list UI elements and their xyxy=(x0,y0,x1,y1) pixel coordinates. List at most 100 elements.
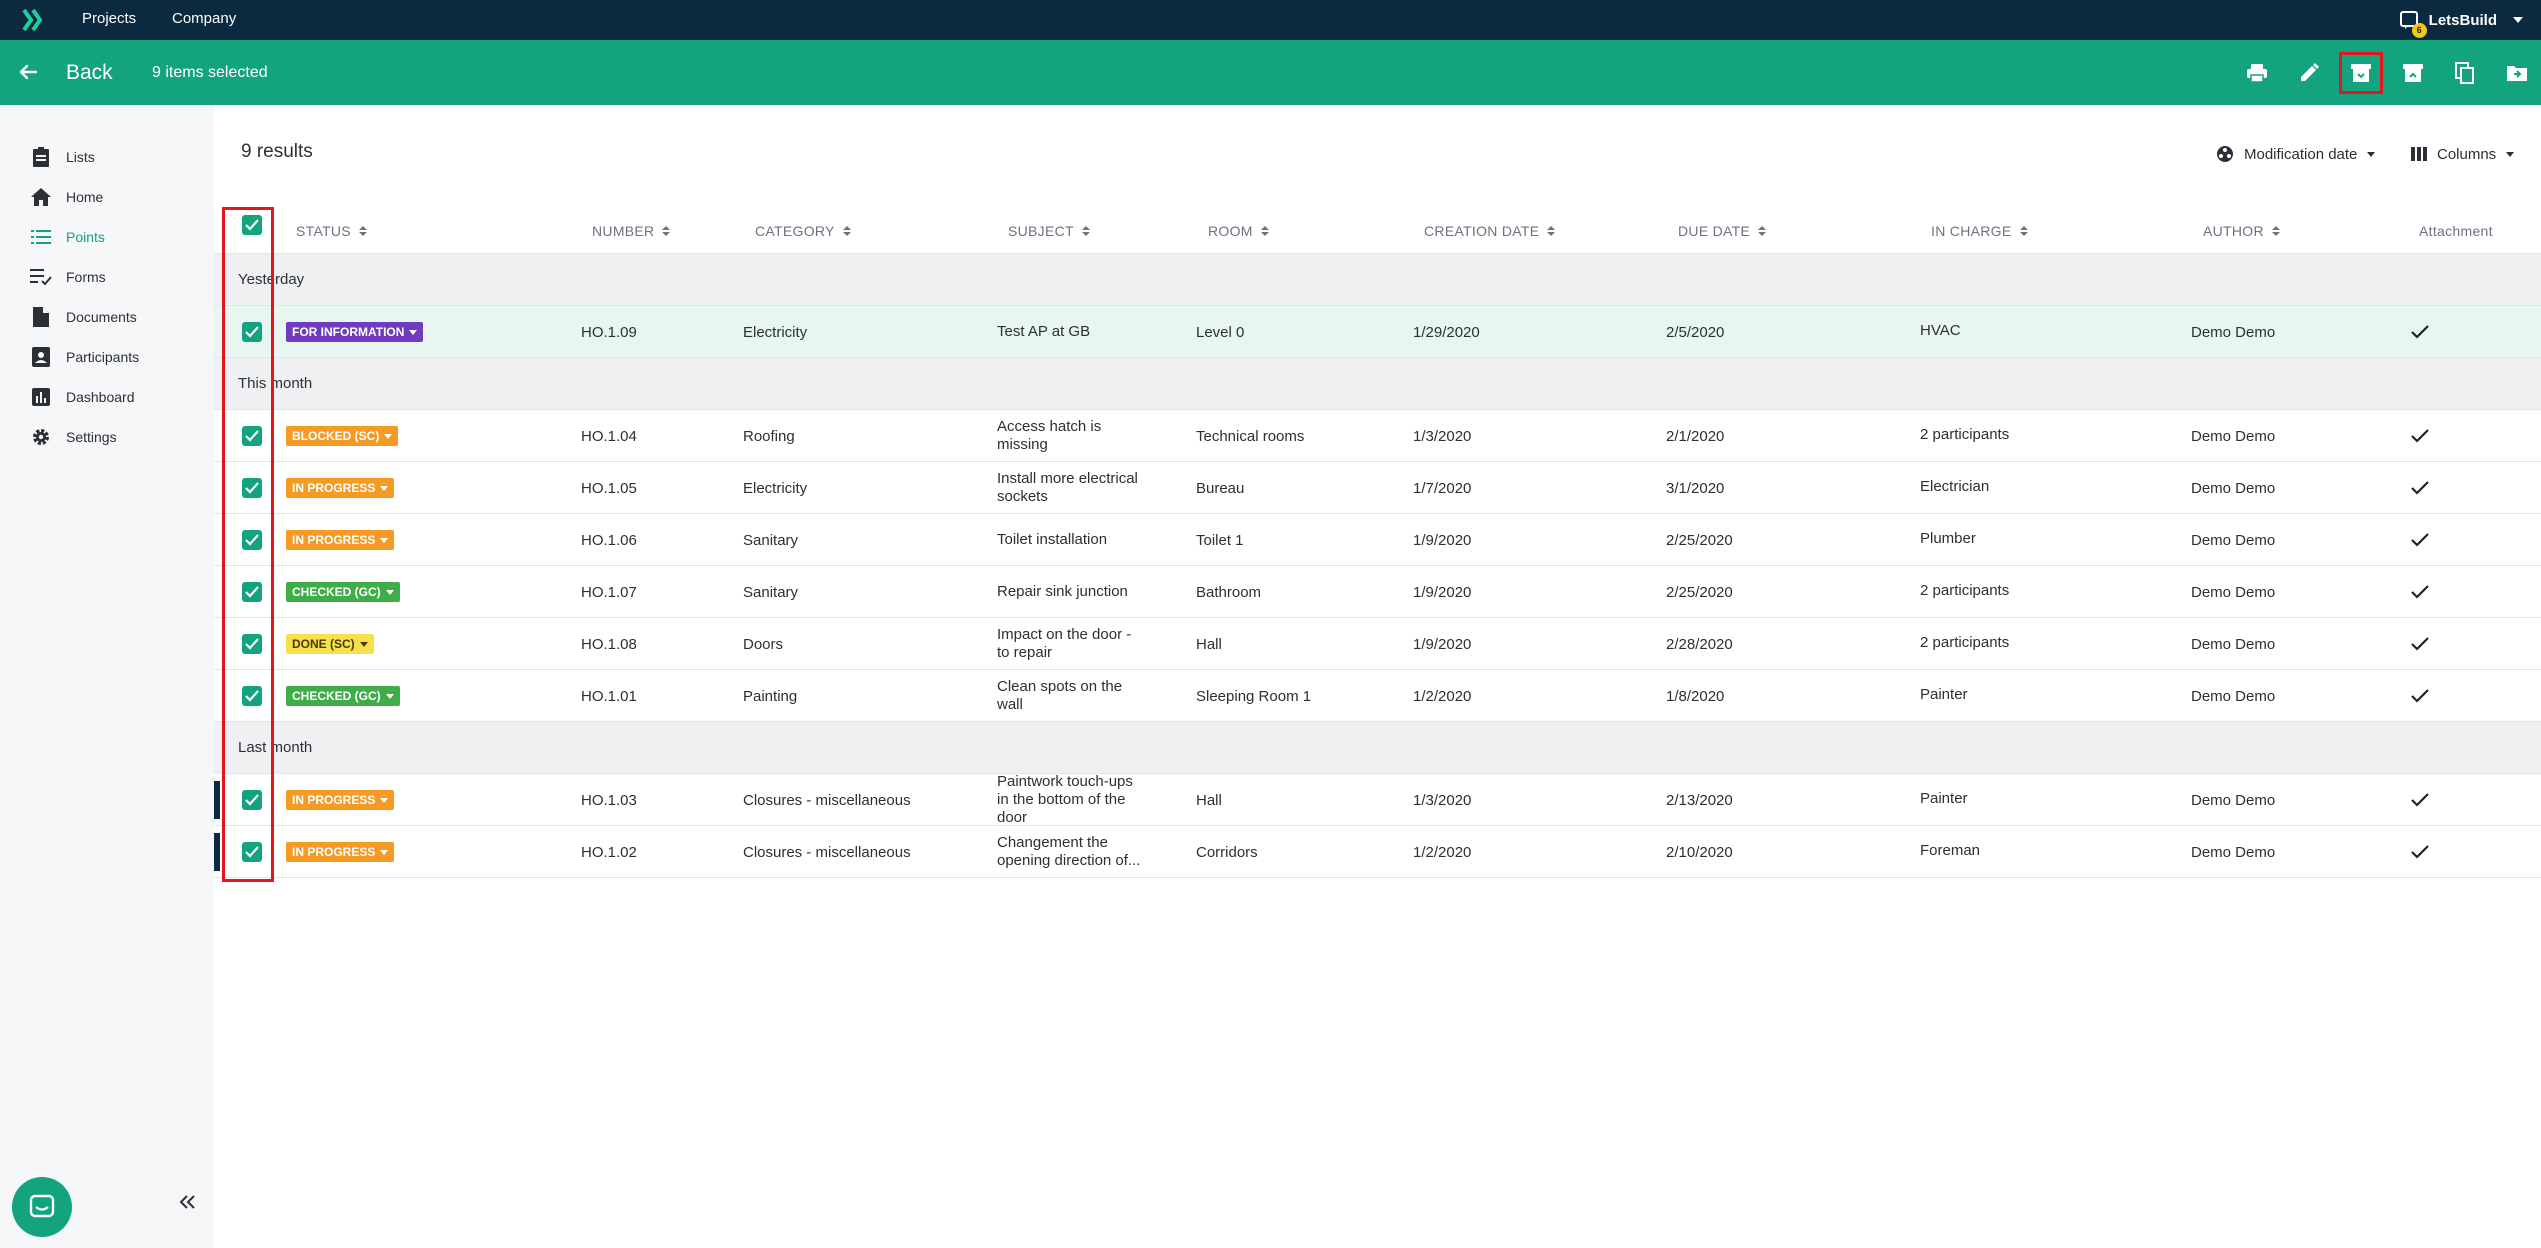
column-header-number[interactable]: NUMBER xyxy=(592,208,671,254)
top-navigation: Projects Company 6 LetsBuild xyxy=(0,0,2541,40)
move-to-folder-icon[interactable] xyxy=(2501,57,2533,89)
column-header-due-date[interactable]: DUE DATE xyxy=(1678,208,1767,254)
cell-subject: Paintwork touch-ups in the bottom of the… xyxy=(997,773,1133,826)
back-button[interactable]: Back xyxy=(66,40,113,105)
column-header-in-charge[interactable]: IN CHARGE xyxy=(1931,208,2028,254)
cell-in-charge: Painter xyxy=(1920,789,1968,807)
table-row[interactable]: IN PROGRESS HO.1.06 Sanitary Toilet install… xyxy=(214,514,2541,566)
status-caret-icon xyxy=(385,693,394,699)
cell-subject: Install more electrical sockets xyxy=(997,470,1138,505)
cell-in-charge: 2 participants xyxy=(1920,425,2010,443)
status-badge[interactable]: IN PROGRESS xyxy=(286,478,395,498)
table-row[interactable]: CHECKED (GC) HO.1.01 Painting Clean spots o… xyxy=(214,670,2541,722)
user-menu[interactable]: 6 LetsBuild xyxy=(2399,0,2523,40)
status-badge[interactable]: CHECKED (GC) xyxy=(286,686,400,706)
cell-author: Demo Demo xyxy=(2191,687,2276,705)
cell-author: Demo Demo xyxy=(2191,427,2276,445)
selection-action-bar: Back 9 items selected xyxy=(0,40,2541,105)
sidebar-item-dashboard[interactable]: Dashboard xyxy=(30,382,135,412)
cell-number: HO.1.04 xyxy=(581,427,637,445)
cell-due-date: 2/25/2020 xyxy=(1666,531,1733,549)
status-badge[interactable]: CHECKED (GC) xyxy=(286,582,400,602)
collapse-sidebar-icon[interactable] xyxy=(176,1191,198,1213)
cell-subject: Repair sink junction xyxy=(997,583,1128,600)
letsbuild-logo-icon[interactable] xyxy=(22,8,44,32)
cell-category: Electricity xyxy=(743,479,808,497)
nav-projects[interactable]: Projects xyxy=(82,0,136,40)
row-indicator xyxy=(214,781,220,819)
table-row[interactable]: IN PROGRESS HO.1.03 Closures - miscellaneo… xyxy=(214,773,2541,826)
cell-creation-date: 1/3/2020 xyxy=(1413,427,1472,445)
column-header-room[interactable]: ROOM xyxy=(1208,208,1269,254)
table-row[interactable]: FOR INFORMATION HO.1.09 Electricity Test AP… xyxy=(214,306,2541,358)
sidebar-item-points[interactable]: Points xyxy=(30,222,105,252)
sidebar-item-participants[interactable]: Participants xyxy=(30,342,139,372)
back-arrow-icon[interactable] xyxy=(16,60,40,84)
sort-dropdown[interactable]: Modification date xyxy=(2216,141,2376,167)
sidebar-item-settings[interactable]: Settings xyxy=(30,422,117,452)
table-row[interactable]: CHECKED (GC) HO.1.07 Sanitary Repair sink j… xyxy=(214,566,2541,618)
cell-creation-date: 1/7/2020 xyxy=(1413,479,1472,497)
column-header-creation-date[interactable]: CREATION DATE xyxy=(1424,208,1556,254)
table-row[interactable]: IN PROGRESS HO.1.05 Electricity Install mor… xyxy=(214,462,2541,514)
cell-category: Electricity xyxy=(743,323,808,341)
cell-creation-date: 1/3/2020 xyxy=(1413,791,1472,809)
cell-creation-date: 1/2/2020 xyxy=(1413,843,1472,861)
sidebar-item-lists[interactable]: Lists xyxy=(30,142,95,172)
table-row[interactable]: IN PROGRESS HO.1.02 Closures - miscellaneo… xyxy=(214,826,2541,878)
edit-icon[interactable] xyxy=(2293,57,2325,89)
cell-room: Hall xyxy=(1196,635,1222,653)
status-badge[interactable]: IN PROGRESS xyxy=(286,842,395,862)
home-icon xyxy=(30,186,52,208)
sort-arrows-icon xyxy=(1758,226,1767,236)
status-badge[interactable]: IN PROGRESS xyxy=(286,530,395,550)
cell-room: Toilet 1 xyxy=(1196,531,1244,549)
attachment-check-icon xyxy=(2411,618,2429,670)
sidebar-item-documents[interactable]: Documents xyxy=(30,302,137,332)
sort-arrows-icon xyxy=(1547,226,1556,236)
chart-icon xyxy=(30,386,52,408)
archive-icon[interactable] xyxy=(2339,52,2383,94)
cell-subject: Toilet installation xyxy=(997,531,1108,548)
status-badge[interactable]: FOR INFORMATION xyxy=(286,322,424,342)
column-header-status[interactable]: STATUS xyxy=(296,208,367,254)
cell-author: Demo Demo xyxy=(2191,479,2276,497)
sidebar-item-label: Lists xyxy=(66,149,95,165)
cell-category: Closures - miscellaneous xyxy=(743,843,911,861)
cell-author: Demo Demo xyxy=(2191,791,2276,809)
chat-support-button[interactable] xyxy=(12,1177,72,1237)
print-icon[interactable] xyxy=(2241,57,2273,89)
notifications-icon[interactable]: 6 xyxy=(2399,10,2427,38)
cell-number: HO.1.03 xyxy=(581,791,637,809)
sidebar-item-forms[interactable]: Forms xyxy=(30,262,106,292)
cell-creation-date: 1/9/2020 xyxy=(1413,583,1472,601)
cell-subject: Changement the opening direction of... xyxy=(997,834,1141,869)
cell-room: Level 0 xyxy=(1196,323,1245,341)
column-header-author[interactable]: AUTHOR xyxy=(2203,208,2280,254)
sidebar-item-home[interactable]: Home xyxy=(30,182,103,212)
table-row[interactable]: DONE (SC) HO.1.08 Doors Impact on the door … xyxy=(214,618,2541,670)
cell-in-charge: 2 participants xyxy=(1920,581,2010,599)
cell-author: Demo Demo xyxy=(2191,583,2276,601)
column-header-subject[interactable]: SUBJECT xyxy=(1008,208,1090,254)
cell-due-date: 2/25/2020 xyxy=(1666,583,1733,601)
column-header-category[interactable]: CATEGORY xyxy=(755,208,851,254)
attachment-check-icon xyxy=(2411,306,2429,358)
status-caret-icon xyxy=(380,797,389,803)
nav-company[interactable]: Company xyxy=(172,0,236,40)
cell-in-charge: Electrician xyxy=(1920,477,1990,495)
cell-number: HO.1.06 xyxy=(581,531,637,549)
status-badge[interactable]: IN PROGRESS xyxy=(286,790,395,810)
status-badge[interactable]: DONE (SC) xyxy=(286,634,374,654)
sidebar-item-label: Points xyxy=(66,229,105,245)
unarchive-icon[interactable] xyxy=(2397,57,2429,89)
sidebar-item-label: Forms xyxy=(66,269,106,285)
table-row[interactable]: BLOCKED (SC) HO.1.04 Roofing Access hatch i… xyxy=(214,410,2541,462)
sidebar-item-label: Participants xyxy=(66,349,140,365)
copy-icon[interactable] xyxy=(2449,57,2481,89)
cell-category: Sanitary xyxy=(743,583,799,601)
columns-dropdown[interactable]: Columns xyxy=(2411,141,2515,167)
status-badge[interactable]: BLOCKED (SC) xyxy=(286,426,399,446)
cell-category: Roofing xyxy=(743,427,795,445)
cell-author: Demo Demo xyxy=(2191,323,2276,341)
